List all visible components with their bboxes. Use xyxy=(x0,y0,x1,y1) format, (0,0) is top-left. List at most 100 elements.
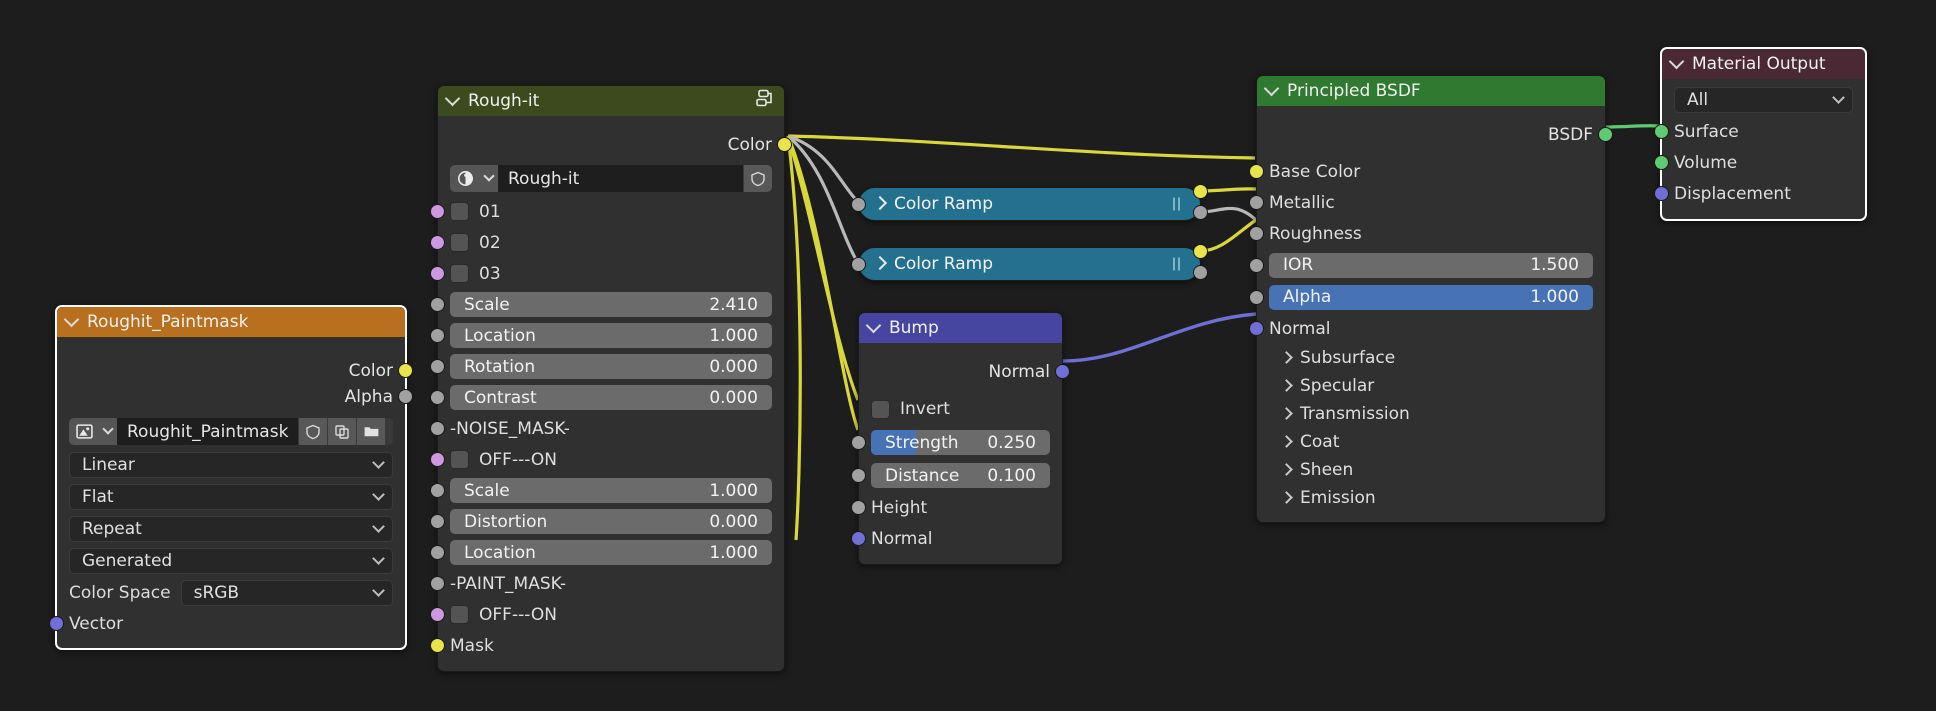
socket-in-rotation[interactable] xyxy=(430,359,445,374)
node-header-bump[interactable]: Bump xyxy=(859,313,1062,343)
slider-location-2[interactable]: Location 1.000 xyxy=(450,540,772,565)
checkbox-01[interactable] xyxy=(450,202,469,221)
socket-in-alpha[interactable] xyxy=(1249,290,1264,305)
socket-out-color[interactable] xyxy=(1193,244,1208,259)
panel-subsurface[interactable]: Subsurface xyxy=(1257,344,1605,372)
node-header-paintmask[interactable]: Roughit_Paintmask xyxy=(57,307,405,337)
nodegroup-name-field[interactable]: Rough-it xyxy=(498,165,743,192)
image-browse-dropdown-icon[interactable] xyxy=(99,418,117,445)
socket-in-noise-mask[interactable] xyxy=(430,421,445,436)
socket-out-color[interactable] xyxy=(398,363,413,378)
slider-distance[interactable]: Distance 0.100 xyxy=(871,463,1050,488)
socket-in-strength[interactable] xyxy=(851,435,866,450)
projection-dropdown[interactable]: Flat xyxy=(69,484,393,510)
checkbox-03[interactable] xyxy=(450,264,469,283)
socket-in-location-1[interactable] xyxy=(430,328,445,343)
socket-out-bsdf[interactable] xyxy=(1598,127,1613,142)
node-color-ramp-2[interactable]: Color Ramp xyxy=(858,247,1201,281)
image-name-field[interactable]: Roughit_Paintmask xyxy=(117,418,298,445)
socket-in-volume[interactable] xyxy=(1654,155,1669,170)
socket-in-scale-1[interactable] xyxy=(430,297,445,312)
row-invert[interactable]: Invert xyxy=(859,392,1062,426)
socket-in-fac[interactable] xyxy=(851,257,866,272)
collapse-chevron-icon[interactable] xyxy=(64,311,80,327)
row-01[interactable]: 01 xyxy=(438,196,784,227)
row-02[interactable]: 02 xyxy=(438,227,784,258)
expand-chevron-icon[interactable] xyxy=(873,196,887,210)
color-space-dropdown[interactable]: sRGB xyxy=(181,580,393,606)
nodegroup-datablock-row[interactable]: Rough-it xyxy=(450,165,772,192)
collapse-chevron-icon[interactable] xyxy=(445,90,461,106)
socket-in-vector[interactable] xyxy=(49,616,64,631)
slider-contrast[interactable]: Contrast 0.000 xyxy=(450,385,772,410)
expand-chevron-icon[interactable] xyxy=(873,256,887,270)
node-header-rough-it[interactable]: Rough-it xyxy=(438,86,784,116)
socket-in-distance[interactable] xyxy=(851,468,866,483)
socket-in-distortion[interactable] xyxy=(430,514,445,529)
interpolation-dropdown[interactable]: Linear xyxy=(69,452,393,478)
socket-in-paint-mask[interactable] xyxy=(430,576,445,591)
socket-in-location-2[interactable] xyxy=(430,545,445,560)
socket-in-01[interactable] xyxy=(430,204,445,219)
image-icon[interactable] xyxy=(69,418,99,445)
socket-in-metallic[interactable] xyxy=(1249,195,1264,210)
socket-out-normal[interactable] xyxy=(1055,364,1070,379)
socket-in-normal[interactable] xyxy=(1249,321,1264,336)
image-datablock-row[interactable]: Roughit_Paintmask xyxy=(69,418,393,445)
socket-in-02[interactable] xyxy=(430,235,445,250)
socket-in-fac[interactable] xyxy=(851,197,866,212)
node-roughit-paintmask[interactable]: Roughit_Paintmask Color Alpha Roughit_Pa… xyxy=(55,305,407,650)
collapse-chevron-icon[interactable] xyxy=(866,317,882,333)
nodegroup-browse-dropdown-icon[interactable] xyxy=(480,165,498,192)
source-dropdown[interactable]: Generated xyxy=(69,548,393,574)
copy-icon[interactable] xyxy=(327,418,356,445)
socket-out-alpha[interactable] xyxy=(398,389,413,404)
unlink-icon[interactable] xyxy=(385,418,393,445)
slider-strength[interactable]: Strength 0.250 xyxy=(871,430,1050,455)
slider-distortion[interactable]: Distortion 0.000 xyxy=(450,509,772,534)
shield-icon[interactable] xyxy=(298,418,327,445)
slider-ior[interactable]: IOR 1.500 xyxy=(1269,253,1593,278)
node-group-icon[interactable] xyxy=(755,90,775,113)
panel-emission[interactable]: Emission xyxy=(1257,484,1605,512)
node-header-principled[interactable]: Principled BSDF xyxy=(1257,76,1605,106)
socket-in-contrast[interactable] xyxy=(430,390,445,405)
socket-in-scale-2[interactable] xyxy=(430,483,445,498)
panel-coat[interactable]: Coat xyxy=(1257,428,1605,456)
shield-icon[interactable] xyxy=(743,165,772,192)
nodetree-icon[interactable] xyxy=(450,165,480,192)
node-header-material-output[interactable]: Material Output xyxy=(1662,49,1865,79)
socket-in-noise-toggle[interactable] xyxy=(430,452,445,467)
socket-in-surface[interactable] xyxy=(1654,124,1669,139)
socket-in-displacement[interactable] xyxy=(1654,186,1669,201)
panel-specular[interactable]: Specular xyxy=(1257,372,1605,400)
folder-icon[interactable] xyxy=(356,418,385,445)
socket-in-mask[interactable] xyxy=(430,638,445,653)
node-rough-it[interactable]: Rough-it Color Roug xyxy=(437,85,785,672)
node-color-ramp-1[interactable]: Color Ramp xyxy=(858,187,1201,221)
slider-scale-1[interactable]: Scale 2.410 xyxy=(450,292,772,317)
collapse-chevron-icon[interactable] xyxy=(1264,80,1280,96)
socket-in-normal[interactable] xyxy=(851,531,866,546)
row-noise-toggle[interactable]: OFF---ON xyxy=(438,444,784,475)
checkbox-noise-toggle[interactable] xyxy=(450,450,469,469)
socket-in-ior[interactable] xyxy=(1249,258,1264,273)
node-bump[interactable]: Bump Normal Invert Strength 0.250 xyxy=(858,312,1063,565)
slider-rotation[interactable]: Rotation 0.000 xyxy=(450,354,772,379)
checkbox-02[interactable] xyxy=(450,233,469,252)
slider-scale-2[interactable]: Scale 1.000 xyxy=(450,478,772,503)
checkbox-invert[interactable] xyxy=(871,400,890,419)
socket-out-color[interactable] xyxy=(777,137,792,152)
socket-in-height[interactable] xyxy=(851,500,866,515)
extension-dropdown[interactable]: Repeat xyxy=(69,516,393,542)
row-03[interactable]: 03 xyxy=(438,258,784,289)
shader-node-editor[interactable]: Roughit_Paintmask Color Alpha Roughit_Pa… xyxy=(0,0,1936,711)
row-paint-toggle[interactable]: OFF---ON xyxy=(438,599,784,630)
node-material-output[interactable]: Material Output All Surface Volume Displ… xyxy=(1660,47,1867,221)
socket-in-paint-toggle[interactable] xyxy=(430,607,445,622)
slider-alpha[interactable]: Alpha 1.000 xyxy=(1269,285,1593,310)
node-principled-bsdf[interactable]: Principled BSDF BSDF Base Color Metallic… xyxy=(1256,75,1606,523)
socket-out-alpha[interactable] xyxy=(1193,265,1208,280)
socket-in-roughness[interactable] xyxy=(1249,226,1264,241)
target-dropdown[interactable]: All xyxy=(1674,87,1853,113)
